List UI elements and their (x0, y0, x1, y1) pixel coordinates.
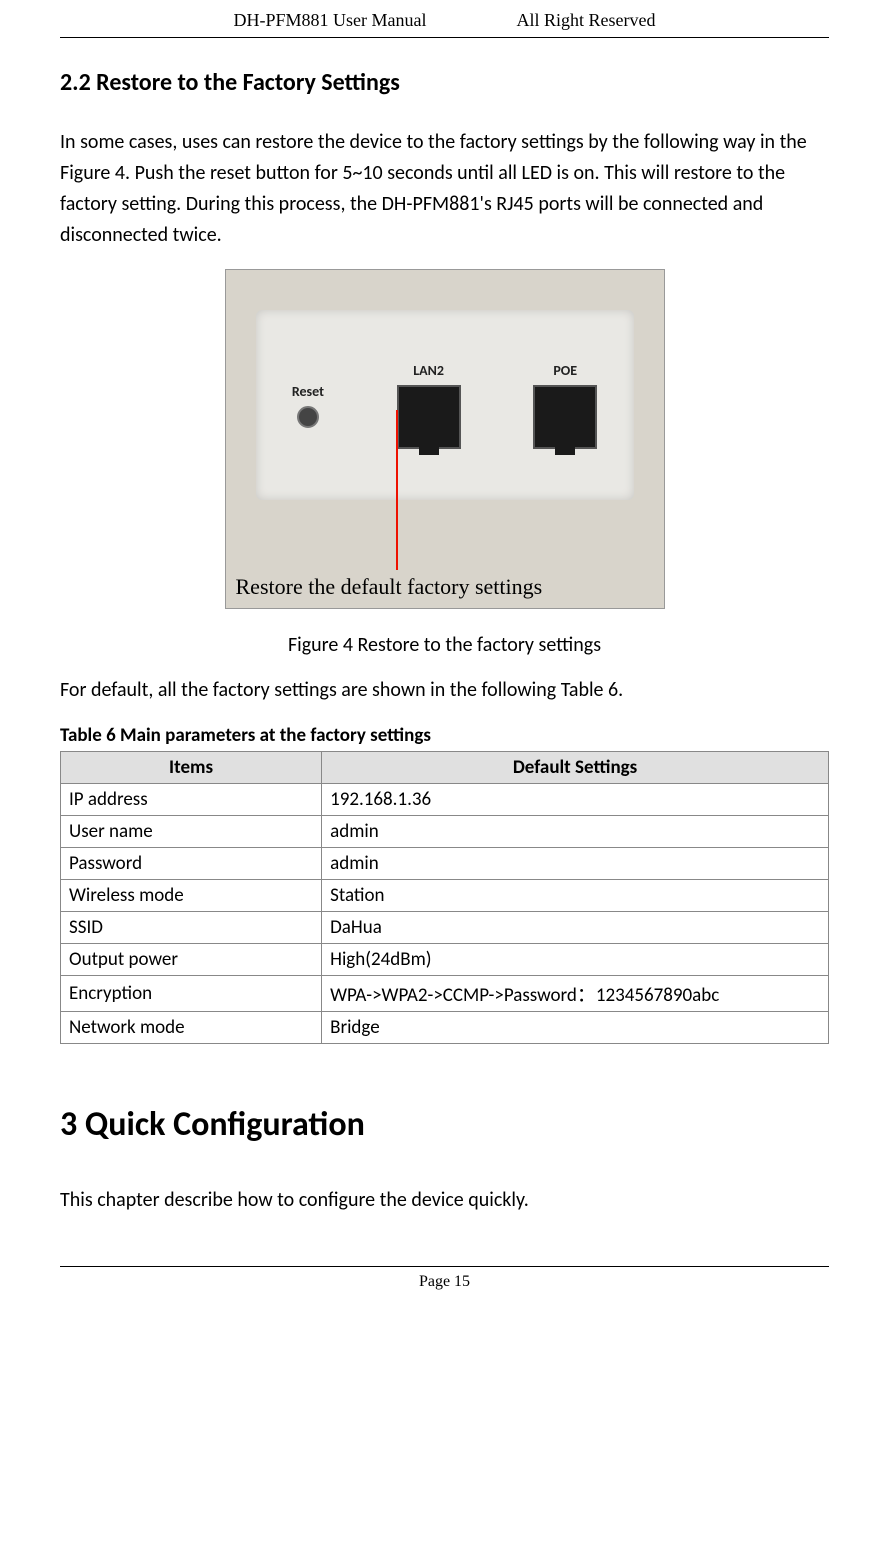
table-cell-item: SSID (61, 912, 322, 944)
table-cell-item: Network mode (61, 1012, 322, 1044)
reset-area: Reset (292, 383, 324, 428)
table-cell-value: admin (322, 848, 829, 880)
rj45-port-icon (397, 385, 461, 449)
reset-button-icon (297, 406, 319, 428)
table-cell-value: Station (322, 880, 829, 912)
table-6-title: Table 6 Main parameters at the factory s… (60, 724, 829, 747)
page-footer: Page 15 (60, 1266, 829, 1291)
table-cell-value: High(24dBm) (322, 944, 829, 976)
table-cell-value: 192.168.1.36 (322, 784, 829, 816)
table-row: Password admin (61, 848, 829, 880)
lan2-port-area: LAN2 (397, 362, 461, 449)
table-row: SSID DaHua (61, 912, 829, 944)
table-row: User name admin (61, 816, 829, 848)
paragraph-after-figure: For default, all the factory settings ar… (60, 675, 829, 706)
table-cell-item: Password (61, 848, 322, 880)
poe-port-area: POE (533, 362, 597, 449)
figure-4: Reset LAN2 POE Restore the default facto… (60, 269, 829, 657)
table-cell-item: IP address (61, 784, 322, 816)
table-cell-item: Wireless mode (61, 880, 322, 912)
callout-line-icon (396, 410, 398, 570)
table-cell-item: User name (61, 816, 322, 848)
figure-overlay-caption: Restore the default factory settings (236, 573, 654, 601)
table-cell-item: Output power (61, 944, 322, 976)
section-2-2-paragraph: In some cases, uses can restore the devi… (60, 127, 829, 251)
lan2-label: LAN2 (397, 362, 461, 379)
table-row: Encryption WPA->WPA2->CCMP->Password：123… (61, 976, 829, 1012)
table-cell-item: Encryption (61, 976, 322, 1012)
device-photo: Reset LAN2 POE Restore the default facto… (225, 269, 665, 609)
table-row: Network mode Bridge (61, 1012, 829, 1044)
page-header: DH-PFM881 User Manual All Right Reserved (60, 0, 829, 38)
table-cell-value: DaHua (322, 912, 829, 944)
table-header-row: Items Default Settings (61, 752, 829, 784)
table-header-items: Items (61, 752, 322, 784)
table-6: Items Default Settings IP address 192.16… (60, 751, 829, 1044)
chapter-3-paragraph: This chapter describe how to configure t… (60, 1185, 829, 1216)
table-cell-value: admin (322, 816, 829, 848)
table-row: Output power High(24dBm) (61, 944, 829, 976)
figure-4-caption: Figure 4 Restore to the factory settings (60, 633, 829, 657)
table-cell-value: Bridge (322, 1012, 829, 1044)
reset-label: Reset (292, 383, 324, 400)
rj45-port-icon (533, 385, 597, 449)
table-cell-value: WPA->WPA2->CCMP->Password：1234567890abc (322, 976, 829, 1012)
header-left: DH-PFM881 User Manual (234, 10, 427, 31)
poe-label: POE (533, 362, 597, 379)
table-row: Wireless mode Station (61, 880, 829, 912)
header-right: All Right Reserved (517, 10, 656, 31)
chapter-3-heading: 3 Quick Configuration (60, 1104, 829, 1145)
device-panel: Reset LAN2 POE (256, 310, 634, 500)
table-header-default: Default Settings (322, 752, 829, 784)
section-2-2-heading: 2.2 Restore to the Factory Settings (60, 68, 829, 97)
page-number: Page 15 (419, 1273, 470, 1290)
table-row: IP address 192.168.1.36 (61, 784, 829, 816)
